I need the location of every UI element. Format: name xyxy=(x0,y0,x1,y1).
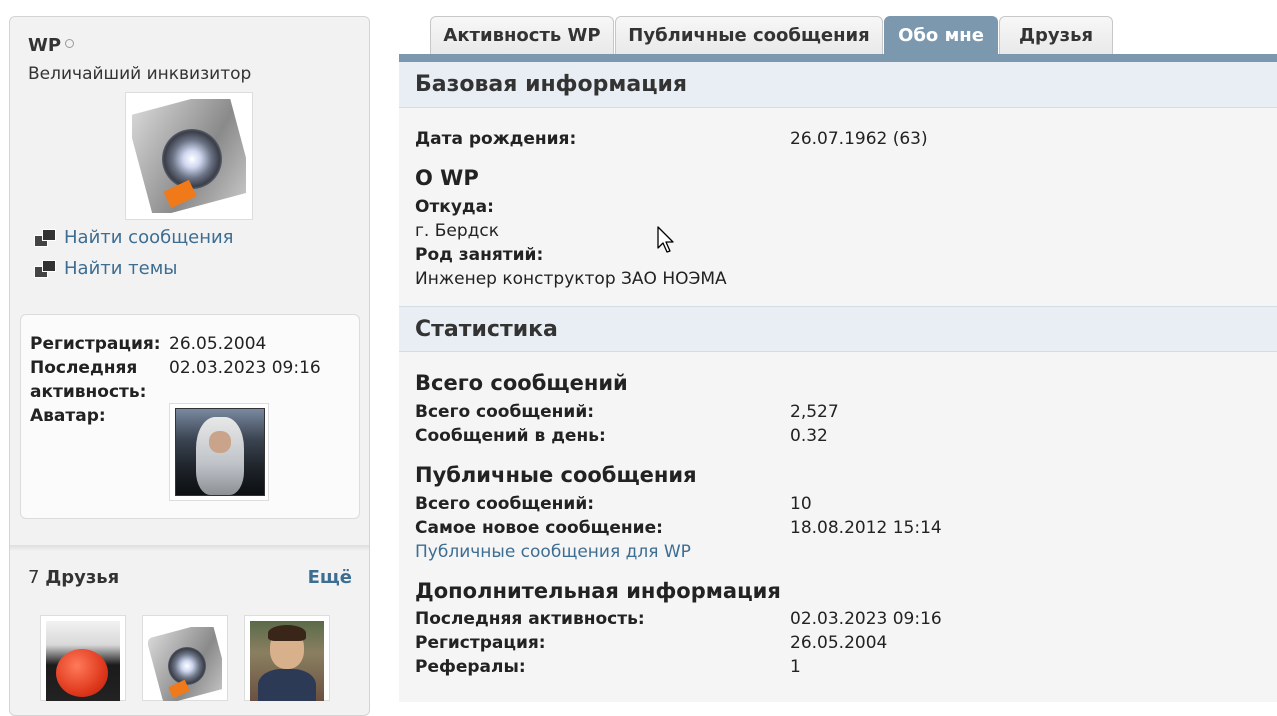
posts-per-day-value: 0.32 xyxy=(790,426,828,446)
birthdate-label: Дата рождения: xyxy=(415,129,577,149)
avatar-label: Аватар: xyxy=(30,406,106,426)
tab-activity-label: Активность WP xyxy=(443,25,601,46)
friends-label: Друзья xyxy=(45,567,120,588)
referrals-label: Рефералы: xyxy=(415,657,526,677)
last-activity-value: 02.03.2023 09:16 xyxy=(169,358,321,378)
find-posts-label: Найти сообщения xyxy=(64,227,234,248)
last-activity-label-line2: активность: xyxy=(30,382,147,402)
vm-total-value: 10 xyxy=(790,494,812,514)
avatar[interactable] xyxy=(169,403,269,501)
total-posts-title: Всего сообщений xyxy=(415,371,628,395)
additional-info-title: Дополнительная информация xyxy=(415,579,781,603)
posts-per-day-label: Сообщений в день: xyxy=(415,426,606,446)
birthdate-value: 26.07.1962 (63) xyxy=(790,129,928,149)
tab-strip xyxy=(399,54,1277,62)
search-posts-icon xyxy=(34,228,56,247)
vm-total-label: Всего сообщений: xyxy=(415,494,595,514)
user-title: Величайший инквизитор xyxy=(28,64,252,84)
profile-sidebar: WP Величайший инквизитор Найти сообщения… xyxy=(9,16,370,716)
total-posts-label: Всего сообщений: xyxy=(415,402,595,422)
extra-registration-value: 26.05.2004 xyxy=(790,633,888,653)
tab-visitor-messages-label: Публичные сообщения xyxy=(628,25,870,46)
tab-visitor-messages[interactable]: Публичные сообщения xyxy=(615,16,883,54)
extra-registration-label: Регистрация: xyxy=(415,633,546,653)
total-posts-value: 2,527 xyxy=(790,402,839,422)
friends-count: 7 xyxy=(28,567,40,588)
vm-latest-value: 18.08.2012 15:14 xyxy=(790,518,942,538)
registration-value: 26.05.2004 xyxy=(169,334,267,354)
tab-activity[interactable]: Активность WP xyxy=(430,16,614,54)
about-me-panel: Базовая информация Дата рождения: 26.07.… xyxy=(399,62,1277,702)
visitor-messages-title: Публичные сообщения xyxy=(415,463,697,487)
friend-avatar-3[interactable] xyxy=(244,615,330,701)
find-threads-link[interactable]: Найти темы xyxy=(34,258,178,279)
sidebar-divider xyxy=(10,545,369,551)
occupation-value: Инженер конструктор ЗАО НОЭМА xyxy=(415,269,727,289)
avatar-image xyxy=(175,408,265,496)
referrals-value: 1 xyxy=(790,657,801,677)
find-posts-link[interactable]: Найти сообщения xyxy=(34,227,234,248)
speaker-icon xyxy=(148,627,222,701)
profile-picture xyxy=(125,92,253,220)
tab-about-me-label: Обо мне xyxy=(898,25,984,46)
username: WP xyxy=(28,35,62,56)
about-title: О WP xyxy=(415,166,479,190)
find-threads-label: Найти темы xyxy=(64,258,178,279)
registration-label: Регистрация: xyxy=(30,334,161,354)
vm-latest-label: Самое новое сообщение: xyxy=(415,518,663,538)
basic-info-header: Базовая информация xyxy=(399,62,1277,108)
tab-friends[interactable]: Друзья xyxy=(999,16,1113,54)
extra-last-activity-label: Последняя активность: xyxy=(415,609,645,629)
tab-about-me[interactable]: Обо мне xyxy=(884,16,998,54)
mouse-cursor-icon xyxy=(657,226,674,253)
location-label: Откуда: xyxy=(415,197,494,217)
friends-heading: 7 Друзья xyxy=(28,567,119,588)
tab-friends-label: Друзья xyxy=(1018,25,1094,46)
speaker-icon xyxy=(132,99,246,213)
offline-status-icon xyxy=(65,39,75,48)
statistics-header: Статистика xyxy=(399,306,1277,352)
last-activity-label-line1: Последняя xyxy=(30,358,138,378)
friend-avatar-2[interactable] xyxy=(142,615,228,701)
friend-avatar-1[interactable] xyxy=(40,615,126,701)
username-block: WP xyxy=(28,35,75,56)
friends-more-link[interactable]: Ещё xyxy=(308,567,352,588)
search-threads-icon xyxy=(34,259,56,278)
user-info-box: Регистрация: 26.05.2004 Последняя активн… xyxy=(20,314,360,519)
extra-last-activity-value: 02.03.2023 09:16 xyxy=(790,609,942,629)
occupation-label: Род занятий: xyxy=(415,245,544,265)
location-value: г. Бердск xyxy=(415,221,500,241)
visitor-messages-link[interactable]: Публичные сообщения для WP xyxy=(415,540,691,564)
